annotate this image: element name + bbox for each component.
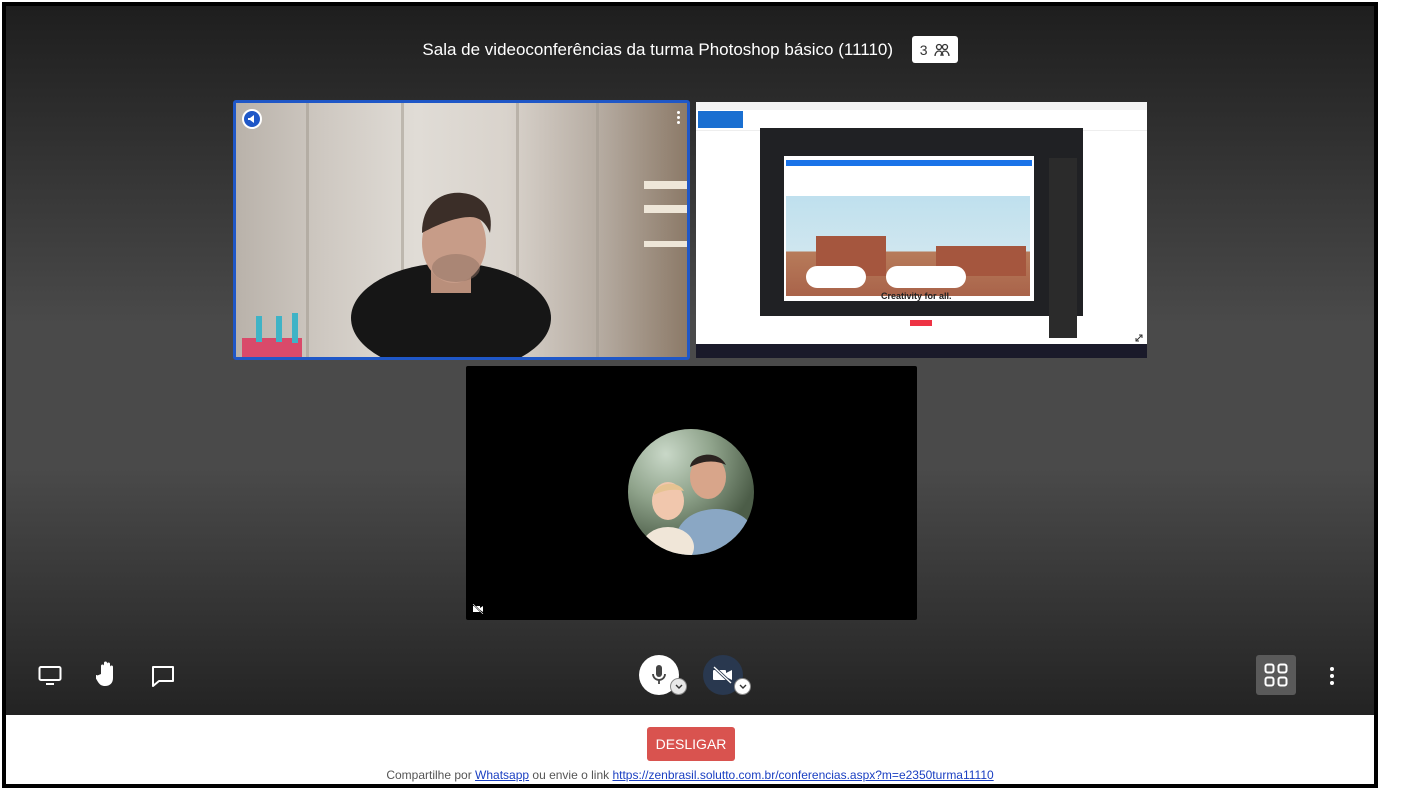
raise-hand-icon: [96, 661, 113, 686]
more-vertical-icon: [1330, 667, 1334, 685]
grid-layout-icon: [1264, 663, 1288, 687]
megaphone-icon: [242, 109, 262, 129]
share-prefix: Compartilhe por: [386, 768, 472, 782]
app-frame: Sala de videoconferências da turma Photo…: [2, 2, 1378, 788]
camera-off-icon: [712, 666, 733, 684]
share-line: Compartilhe por Whatsapp ou envie o link…: [6, 768, 1374, 782]
microphone-icon: [652, 665, 666, 684]
room-title: Sala de videoconferências da turma Photo…: [422, 39, 894, 59]
chevron-down-icon: [739, 684, 746, 689]
avatar: [628, 429, 754, 555]
avatar-video-tile[interactable]: [466, 366, 917, 620]
users-icon: [933, 43, 950, 56]
layout-toggle-button[interactable]: [1256, 655, 1296, 695]
kebab-menu-icon[interactable]: [677, 111, 681, 124]
conference-link[interactable]: https://zenbrasil.solutto.com.br/confere…: [612, 768, 993, 782]
hangup-button[interactable]: DESLIGAR: [647, 727, 735, 761]
microphone-options-button[interactable]: [670, 678, 687, 695]
participant-count-badge[interactable]: 3: [911, 36, 958, 63]
shared-hero-text: Creativity for all.: [881, 291, 952, 301]
camera-off-icon: [472, 604, 484, 614]
room-header: Sala de videoconferências da turma Photo…: [6, 36, 1374, 63]
participant-count: 3: [919, 41, 928, 58]
more-options-button[interactable]: [1320, 662, 1344, 690]
toy-object: [242, 313, 302, 357]
chat-icon: [152, 666, 174, 687]
screen-share-button[interactable]: [34, 662, 66, 688]
share-middle: ou envie o link: [532, 768, 610, 782]
conference-stage: Sala de videoconferências da turma Photo…: [6, 6, 1374, 715]
speaker-video-tile[interactable]: [233, 100, 690, 360]
camera-options-button[interactable]: [734, 678, 751, 695]
participant-person: [351, 192, 551, 357]
chevron-down-icon: [675, 684, 682, 689]
raise-hand-button[interactable]: [92, 658, 124, 690]
whatsapp-link[interactable]: Whatsapp: [475, 768, 529, 782]
shared-screen-content: Creativity for all.: [760, 128, 1083, 338]
screen-share-tile[interactable]: Creativity for all.: [696, 102, 1147, 358]
expand-icon[interactable]: [1135, 334, 1143, 342]
footer: DESLIGAR Compartilhe por Whatsapp ou env…: [6, 715, 1374, 784]
chat-button[interactable]: [148, 662, 178, 690]
screen-share-icon: [38, 666, 62, 685]
